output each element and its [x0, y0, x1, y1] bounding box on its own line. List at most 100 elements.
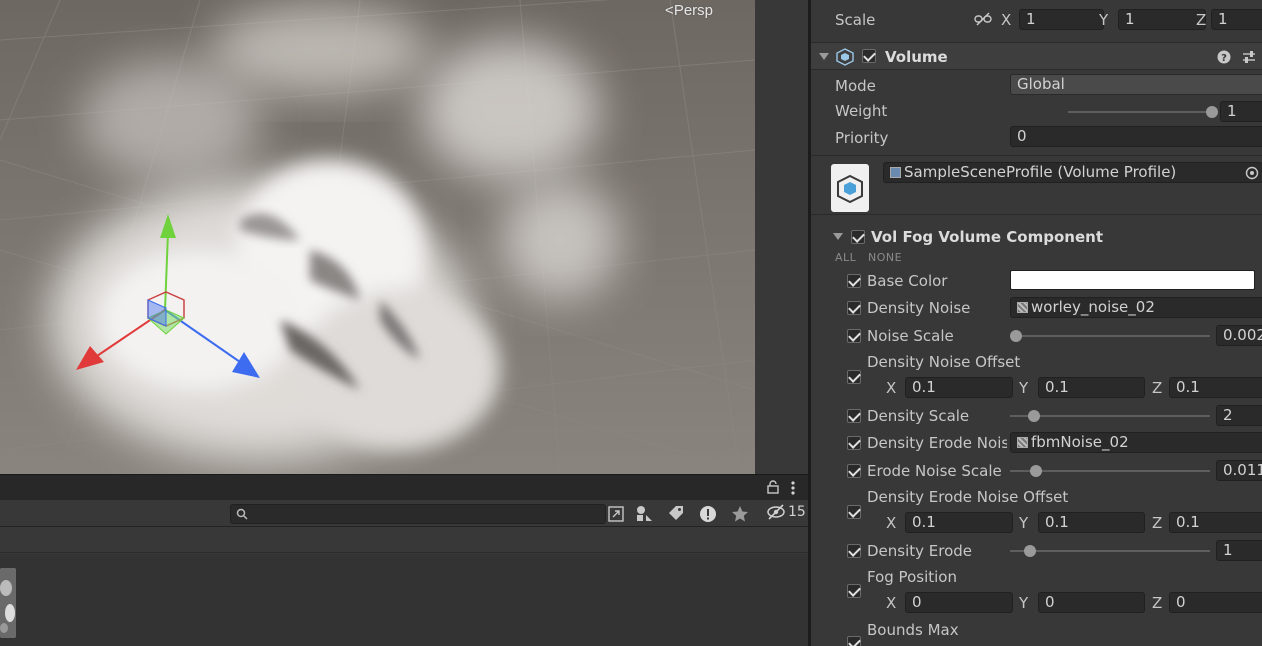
- density-erode-slider-knob[interactable]: [1024, 545, 1036, 557]
- volume-priority-row: Priority 0: [811, 125, 1262, 151]
- dno-y-label: Y: [1019, 379, 1029, 397]
- volume-title: Volume: [885, 48, 948, 66]
- density-noise-value: worley_noise_02: [1031, 298, 1155, 316]
- weight-field[interactable]: 1: [1220, 101, 1262, 122]
- fog-position-label: Fog Position: [867, 568, 957, 586]
- fp-y-field[interactable]: 0: [1038, 592, 1145, 613]
- density-erode-noise-override-checkbox[interactable]: [847, 436, 861, 450]
- density-noise-offset-row: Density Noise Offset X 0.1 Y 0.1 Z 0.1: [811, 350, 1262, 402]
- scene-view[interactable]: <Persp: [0, 0, 755, 474]
- dno-y-field[interactable]: 0.1: [1038, 377, 1145, 398]
- none-toggle[interactable]: NONE: [868, 251, 902, 264]
- search-by-window-icon[interactable]: [606, 504, 626, 524]
- fog-position-override-checkbox[interactable]: [847, 584, 861, 598]
- presets-sliders-icon[interactable]: [1241, 49, 1257, 65]
- bounds-max-override-checkbox[interactable]: [847, 636, 861, 646]
- density-scale-slider-track[interactable]: [1010, 415, 1210, 417]
- density-erode-noise-offset-label: Density Erode Noise Offset: [867, 488, 1069, 506]
- fp-x-field[interactable]: 0: [905, 592, 1013, 613]
- dno-x-field[interactable]: 0.1: [905, 377, 1013, 398]
- bounds-max-label: Bounds Max: [867, 621, 959, 639]
- density-noise-field[interactable]: worley_noise_02: [1010, 297, 1262, 318]
- weight-slider-track[interactable]: [1068, 111, 1212, 113]
- fp-y-label: Y: [1019, 594, 1029, 612]
- noise-scale-slider-track[interactable]: [1014, 335, 1210, 337]
- density-erode-noise-offset-row: Density Erode Noise Offset X 0.1 Y 0.1 Z…: [811, 485, 1262, 537]
- project-panel: 15: [0, 474, 810, 646]
- project-asset-grid[interactable]: [0, 554, 810, 646]
- all-toggle[interactable]: ALL: [835, 251, 856, 264]
- density-scale-slider-knob[interactable]: [1028, 410, 1040, 422]
- object-picker-icon[interactable]: [1245, 166, 1259, 180]
- fp-z-field[interactable]: 0: [1169, 592, 1262, 613]
- density-scale-override-checkbox[interactable]: [847, 409, 861, 423]
- erode-noise-scale-slider-knob[interactable]: [1030, 465, 1042, 477]
- volume-profile-asset-icon[interactable]: [831, 164, 869, 212]
- scale-y-label: Y: [1099, 11, 1109, 29]
- base-color-override-checkbox[interactable]: [847, 274, 861, 288]
- project-tab-bar: [0, 474, 810, 500]
- lock-icon[interactable]: [766, 480, 780, 494]
- volfog-enabled-checkbox[interactable]: [851, 230, 865, 244]
- volfog-foldout-arrow-icon[interactable]: [833, 233, 843, 240]
- density-erode-slider-track[interactable]: [1010, 550, 1210, 552]
- scale-x-field[interactable]: 1: [1019, 9, 1104, 30]
- density-erode-noise-offset-override-checkbox[interactable]: [847, 505, 861, 519]
- help-icon[interactable]: ?: [1217, 50, 1231, 64]
- volume-component-header[interactable]: Volume ?: [811, 42, 1262, 70]
- density-noise-offset-override-checkbox[interactable]: [847, 370, 861, 384]
- search-icon: [236, 508, 248, 520]
- noise-scale-slider-knob[interactable]: [1009, 330, 1022, 342]
- log-warnings-icon[interactable]: [698, 504, 718, 524]
- volume-enabled-checkbox[interactable]: [862, 49, 876, 63]
- scale-y-field[interactable]: 1: [1118, 9, 1206, 30]
- volfog-header-row[interactable]: Vol Fog Volume Component: [811, 224, 1262, 250]
- erode-noise-scale-override-checkbox[interactable]: [847, 464, 861, 478]
- density-scale-field[interactable]: 2: [1216, 405, 1262, 426]
- deno-z-label: Z: [1152, 514, 1163, 532]
- scene-side-gutter: [755, 0, 810, 474]
- density-noise-override-checkbox[interactable]: [847, 301, 861, 315]
- volume-profile-field[interactable]: SampleSceneProfile (Volume Profile): [883, 162, 1262, 183]
- hidden-packages-toggle[interactable]: 15: [766, 504, 806, 520]
- project-toolbar: 15: [0, 500, 810, 527]
- deno-x-field[interactable]: 0.1: [905, 512, 1013, 533]
- density-scale-label: Density Scale: [867, 407, 970, 425]
- scale-x-label: X: [1001, 11, 1012, 29]
- scale-z-field[interactable]: 1: [1211, 9, 1262, 30]
- density-erode-override-checkbox[interactable]: [847, 544, 861, 558]
- density-erode-noise-field[interactable]: fbmNoise_02: [1010, 432, 1262, 453]
- deno-z-field[interactable]: 0.1: [1169, 512, 1262, 533]
- foldout-arrow-icon[interactable]: [819, 53, 829, 60]
- base-color-swatch[interactable]: [1010, 270, 1255, 290]
- noise-texture-thumbnail: [0, 568, 16, 638]
- asset-thumbnail[interactable]: [0, 568, 16, 638]
- filter-by-label-icon[interactable]: [666, 504, 686, 524]
- camera-mode-label: Persp: [673, 2, 713, 19]
- scene-viewport[interactable]: [0, 0, 755, 474]
- erode-noise-scale-field[interactable]: 0.0113: [1216, 460, 1262, 481]
- base-color-label: Base Color: [867, 272, 948, 290]
- constrain-proportions-icon[interactable]: [974, 12, 992, 26]
- noise-scale-field[interactable]: 0.002: [1216, 325, 1262, 346]
- favorites-star-icon[interactable]: [730, 504, 750, 524]
- priority-field[interactable]: 0: [1010, 126, 1262, 147]
- camera-mode-toggle[interactable]: <Persp: [665, 2, 713, 19]
- mode-label: Mode: [835, 77, 876, 95]
- density-erode-noise-row: Density Erode Noise fbmNoise_02: [811, 430, 1262, 456]
- dno-z-field[interactable]: 0.1: [1169, 377, 1262, 398]
- density-scale-row: Density Scale 2: [811, 403, 1262, 429]
- project-search-field[interactable]: [230, 504, 606, 524]
- filter-by-type-icon[interactable]: [634, 504, 654, 524]
- noise-scale-override-checkbox[interactable]: [847, 329, 861, 343]
- scale-z-label: Z: [1196, 11, 1207, 29]
- texture-asset-icon: [1017, 302, 1028, 313]
- project-breadcrumb-bar: [0, 527, 810, 553]
- more-options-icon[interactable]: [788, 480, 798, 496]
- erode-noise-scale-row: Erode Noise Scale 0.0113: [811, 458, 1262, 484]
- density-erode-field[interactable]: 1: [1216, 540, 1262, 561]
- mode-dropdown[interactable]: Global: [1010, 74, 1262, 95]
- deno-y-field[interactable]: 0.1: [1038, 512, 1145, 533]
- deno-y-label: Y: [1019, 514, 1029, 532]
- weight-slider-knob[interactable]: [1206, 106, 1218, 118]
